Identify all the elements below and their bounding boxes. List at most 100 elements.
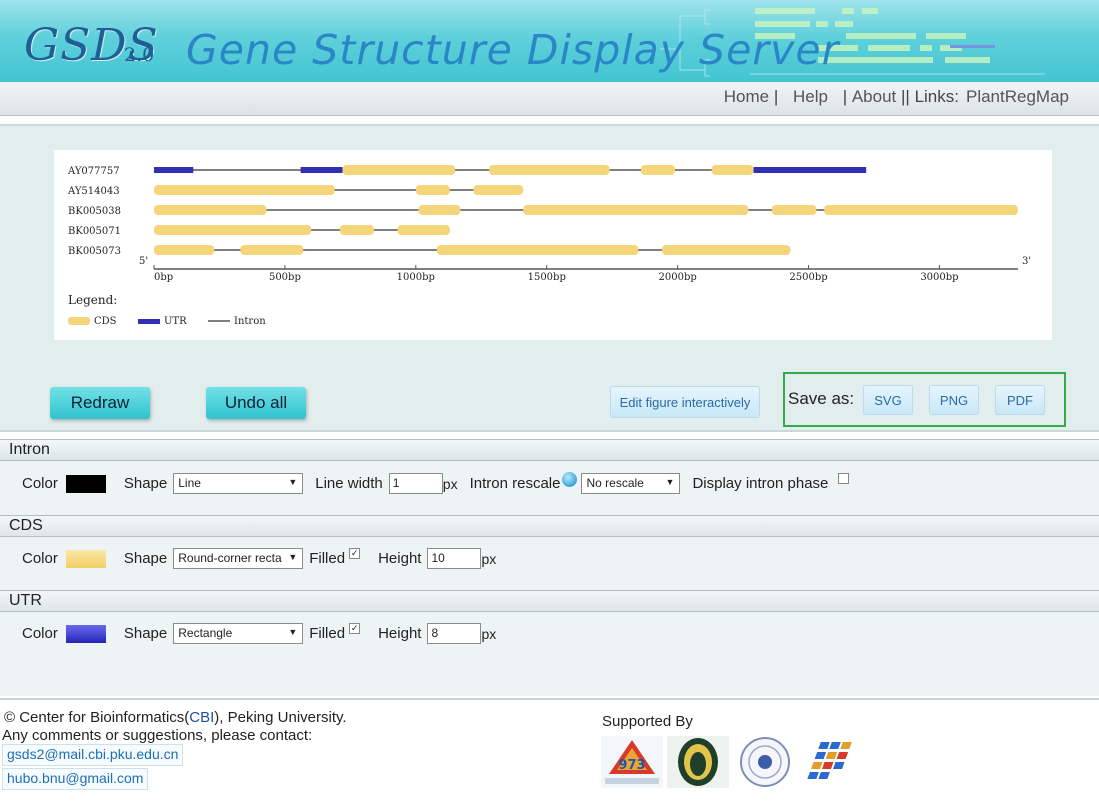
cds-exon [418, 205, 461, 215]
save-as-label: Save as: [788, 389, 855, 408]
legend-cds-label: CDS [94, 316, 117, 327]
cds-height-label: Height [378, 550, 422, 567]
cds-exon [489, 165, 610, 175]
nav-help-link[interactable]: Help [793, 87, 828, 107]
intron-shape-value: Line [178, 476, 201, 490]
contact-email-1[interactable]: gsds2@mail.cbi.pku.edu.cn [2, 744, 184, 766]
site-footer: © Center for Bioinformatics(CBI), Peking… [0, 698, 1099, 801]
utr-color-label: Color [22, 625, 58, 642]
redraw-button[interactable]: Redraw [50, 387, 150, 419]
cds-exon [661, 245, 791, 255]
save-png-button[interactable]: PNG [929, 385, 979, 415]
svg-text:973: 973 [618, 758, 645, 773]
legend-intron-label: Intron [234, 316, 266, 327]
gene-name-label: BK005073 [68, 246, 121, 257]
legend-cds-swatch [68, 317, 90, 325]
axis-tick-label: 500bp [269, 272, 301, 283]
utr-filled-label: Filled [309, 625, 346, 642]
help-icon[interactable] [562, 472, 578, 487]
intron-shape-select[interactable]: Line ▼ [173, 473, 304, 494]
copyright-prefix: © Center for Bioinformatics( [4, 709, 190, 726]
edit-figure-interactively-button[interactable]: Edit figure interactively [610, 386, 760, 418]
cbi-link[interactable]: CBI [189, 709, 214, 726]
intron-rescale-select[interactable]: No rescale ▼ [581, 473, 681, 494]
gsds-logo-version: 2.0 [124, 44, 155, 66]
utr-filled-checkbox[interactable]: ✓ [349, 623, 361, 634]
intron-settings: Color Shape Line ▼ Line width 1 px Intron… [0, 461, 1099, 515]
site-title: Gene Structure Display Server [186, 26, 840, 74]
gene-name-label: BK005071 [68, 226, 121, 237]
utr-region [300, 167, 343, 173]
cds-exon [240, 245, 304, 255]
intron-line-width-unit: px [442, 475, 458, 492]
cds-exon [154, 225, 312, 235]
nav-bar: Home | Help | About || Links: PlantRegMa… [0, 82, 1099, 116]
figure-panel: AY077757 AY514043 BK005038 BK005071 BK005073… [0, 124, 1099, 432]
save-pdf-button[interactable]: PDF [995, 385, 1045, 415]
nav-plantregmap-link[interactable]: PlantRegMap [966, 87, 1069, 107]
utr-settings: Color Shape Rectangle ▼ Filled ✓ Height 8… [0, 612, 1099, 696]
utr-color-swatch[interactable] [65, 624, 106, 643]
intron-shape-label: Shape [123, 475, 168, 492]
copyright-line: © Center for Bioinformatics(CBI), Peking… [4, 709, 347, 726]
cds-filled-checkbox[interactable]: ✓ [349, 548, 361, 559]
contact-email-2[interactable]: hubo.bnu@gmail.com [2, 768, 149, 790]
cds-exon [771, 205, 817, 215]
contact-line: Any comments or suggestions, please cont… [2, 727, 313, 744]
nav-links-label: Links: [914, 87, 959, 106]
sponsor-grid-logo [807, 742, 852, 779]
nav-separator: || [896, 87, 915, 106]
cds-exon [415, 185, 450, 195]
gene-structure-figure: AY077757 AY514043 BK005038 BK005071 BK005073… [54, 150, 1052, 340]
utr-region [753, 167, 867, 173]
sponsor-973-logo: 973 [601, 736, 663, 788]
intron-line-width-input[interactable]: 1 [388, 473, 443, 494]
cds-height-input[interactable]: 10 [427, 548, 482, 569]
cds-shape-value: Round-corner recta [178, 551, 282, 565]
axis-tick-label: 1500bp [528, 272, 566, 283]
nav-home-link[interactable]: Home [724, 87, 769, 107]
display-intron-phase-checkbox[interactable] [838, 473, 850, 484]
undo-all-button[interactable]: Undo all [206, 387, 306, 419]
cds-exon [711, 165, 754, 175]
gene-name-label: AY514043 [67, 186, 120, 197]
legend-utr-swatch [138, 319, 160, 324]
axis-tick-label: 1000bp [397, 272, 435, 283]
intron-color-swatch[interactable] [65, 474, 106, 493]
intron-settings-row: Color Shape Line ▼ Line width 1 px Intron… [22, 472, 850, 494]
site-header: GSDS 2.0 Gene Structure Display Server [0, 0, 1099, 82]
legend-utr-label: UTR [164, 316, 187, 327]
save-svg-button[interactable]: SVG [863, 385, 913, 415]
nav-links: Home | Help | About || Links: PlantRegMa… [724, 87, 1069, 107]
utr-shape-label: Shape [123, 625, 168, 642]
intron-color-label: Color [22, 475, 58, 492]
axis-tick-label: 2500bp [789, 272, 827, 283]
cds-exon [342, 165, 456, 175]
chevron-down-icon: ▼ [288, 627, 298, 637]
cds-filled-label: Filled [309, 550, 346, 567]
cds-exon [397, 225, 450, 235]
chevron-down-icon: ▼ [665, 477, 675, 487]
nav-about-link[interactable]: About [852, 87, 896, 107]
utr-height-label: Height [378, 625, 422, 642]
gene-structure-svg: AY077757 AY514043 BK005038 BK005071 BK005073… [67, 165, 1031, 327]
cds-color-swatch[interactable] [65, 549, 106, 568]
utr-shape-select[interactable]: Rectangle ▼ [173, 623, 304, 644]
sponsor-863-logo [667, 736, 729, 788]
save-as-group: Save as: SVG PNG PDF [783, 372, 1066, 427]
cds-section-header: CDS [0, 515, 1099, 537]
cds-shape-select[interactable]: Round-corner recta ▼ [173, 548, 304, 569]
chevron-down-icon: ▼ [288, 477, 298, 487]
cds-exon [824, 205, 1018, 215]
gene-name-label: AY077757 [67, 166, 120, 177]
cds-settings-row: Color Shape Round-corner recta ▼ Filled ✓… [22, 548, 496, 569]
utr-height-input[interactable]: 8 [427, 623, 482, 644]
sponsor-nsfc-logo [740, 737, 790, 787]
utr-region [154, 167, 194, 173]
three-prime-label: 3' [1022, 256, 1031, 267]
chevron-down-icon: ▼ [286, 552, 298, 562]
cds-exon [154, 185, 335, 195]
axis-tick-label: 2000bp [659, 272, 697, 283]
axis-tick-label: 3000bp [920, 272, 958, 283]
utr-section-header: UTR [0, 590, 1099, 612]
